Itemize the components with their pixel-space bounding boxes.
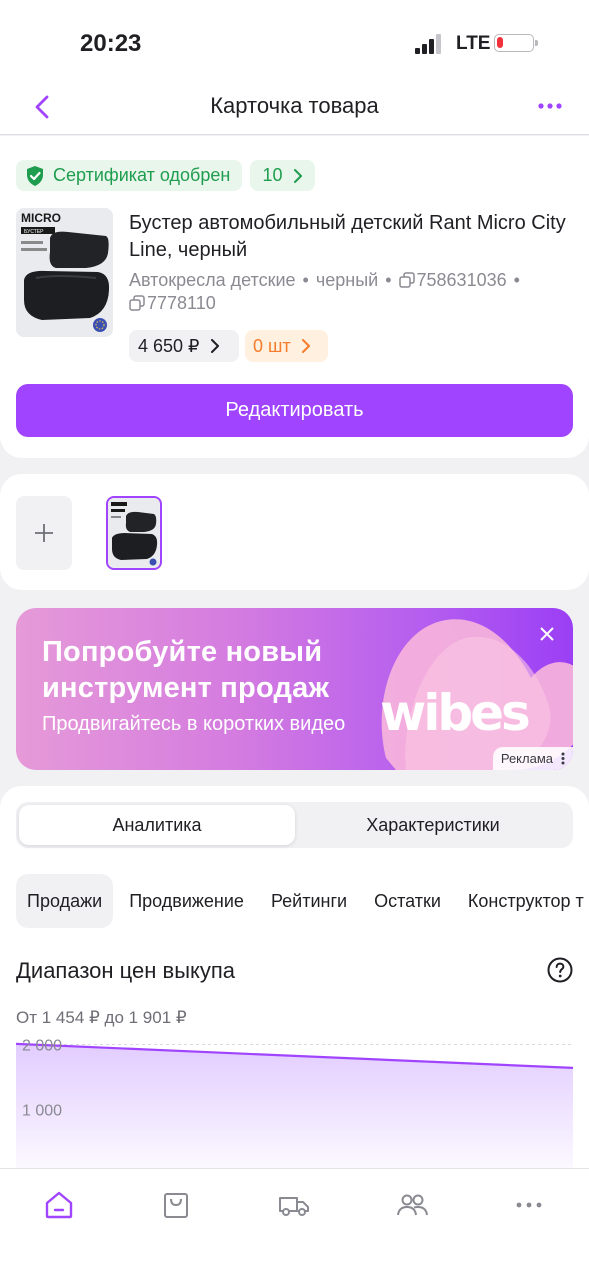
tab-ratings[interactable]: Рейтинги	[260, 874, 358, 928]
product-color: черный	[315, 270, 379, 290]
photos-card	[0, 474, 589, 590]
tab-sales[interactable]: Продажи	[16, 874, 114, 928]
banner-brand-logo: wibes	[380, 684, 529, 742]
chevron-right-icon	[210, 339, 219, 353]
segment-analytics[interactable]: Аналитика	[19, 805, 295, 845]
product-photo-thumbnail[interactable]	[106, 496, 162, 570]
tab-stocks[interactable]: Остатки	[363, 874, 452, 928]
y-tick-label: 1 000	[22, 1103, 62, 1120]
chevron-right-icon	[301, 339, 310, 353]
product-name: Бустер автомобильный детский Rant Micro …	[129, 212, 566, 261]
product-category: Автокресла детские	[129, 270, 296, 290]
price-range-text: От 1 454 ₽ до 1 901 ₽	[16, 1008, 187, 1027]
product-card: Сертификат одобрен 10 MICRO БУСТЕР Бусте…	[0, 136, 589, 458]
price-button[interactable]: 4 650 ₽	[129, 330, 239, 362]
chevron-right-icon	[293, 168, 302, 183]
home-icon[interactable]	[43, 1189, 75, 1221]
help-icon[interactable]	[547, 957, 573, 983]
copy-icon[interactable]	[398, 272, 415, 288]
segment-characteristics[interactable]: Характеристики	[295, 805, 571, 845]
analytics-tabs: Продажи Продвижение Рейтинги Остатки Кон…	[16, 874, 589, 928]
network-type: LTE	[456, 33, 491, 54]
product-article-id[interactable]: 758631036	[417, 270, 507, 290]
ad-label[interactable]: Реклама	[492, 747, 573, 770]
certificate-count-button[interactable]: 10	[250, 160, 315, 191]
segmented-control: Аналитика Характеристики	[16, 802, 573, 848]
section-title: Диапазон цен выкупа	[16, 958, 236, 983]
price-range-chart: 2 000 1 000	[16, 1038, 573, 1186]
edit-button[interactable]: Редактировать	[16, 384, 573, 437]
add-photo-button[interactable]	[16, 496, 72, 570]
analytics-card: Аналитика Характеристики Продажи Продвиж…	[0, 786, 589, 1186]
certificate-label: Сертификат одобрен	[53, 165, 231, 185]
battery-icon	[494, 34, 538, 52]
close-icon[interactable]	[539, 626, 555, 642]
status-time: 20:23	[80, 30, 142, 57]
banner-headline-line1: Попробуйте новый	[42, 636, 323, 668]
banner-subtitle: Продвигайтесь в коротких видео	[42, 713, 346, 735]
copy-icon[interactable]	[129, 295, 145, 311]
product-image[interactable]: MICRO БУСТЕР	[16, 208, 113, 337]
plus-icon	[35, 524, 53, 542]
thumb-tag: БУСТЕР	[24, 229, 44, 235]
ad-label-text: Реклама	[500, 751, 553, 766]
bag-icon[interactable]	[160, 1189, 192, 1221]
product-vendor-id[interactable]: 7778110	[147, 293, 216, 313]
promo-banner[interactable]: wibes Попробуйте новый инструмент продаж…	[16, 608, 573, 770]
status-bar: 20:23 LTE	[0, 0, 589, 80]
certificate-badge[interactable]: Сертификат одобрен	[16, 160, 243, 191]
certificate-count: 10	[262, 165, 283, 185]
vertical-dots-icon	[561, 752, 565, 765]
page-title: Карточка товара	[210, 93, 379, 118]
top-navigation: Карточка товара	[0, 80, 589, 135]
more-icon[interactable]	[513, 1189, 545, 1221]
more-dots-icon[interactable]	[537, 96, 563, 116]
stock-button[interactable]: 0 шт	[245, 330, 328, 362]
signal-icon	[415, 34, 441, 54]
bottom-tab-bar	[0, 1168, 589, 1280]
price-value: 4 650 ₽	[138, 335, 200, 356]
product-meta: Автокресла детские • черный • 758631036 • 777…	[129, 270, 520, 313]
stock-value: 0 шт	[253, 335, 291, 356]
thumb-brand: MICRO	[21, 211, 61, 225]
tab-promotion[interactable]: Продвижение	[118, 874, 255, 928]
y-tick-label: 2 000	[22, 1038, 62, 1055]
banner-headline-line2: инструмент продаж	[42, 672, 330, 704]
tab-constructor[interactable]: Конструктор т	[457, 874, 589, 928]
truck-icon[interactable]	[278, 1189, 310, 1221]
banner-headline: Попробуйте новый инструмент продаж	[42, 634, 329, 706]
shield-check-icon	[27, 165, 43, 186]
users-icon[interactable]	[396, 1189, 428, 1221]
